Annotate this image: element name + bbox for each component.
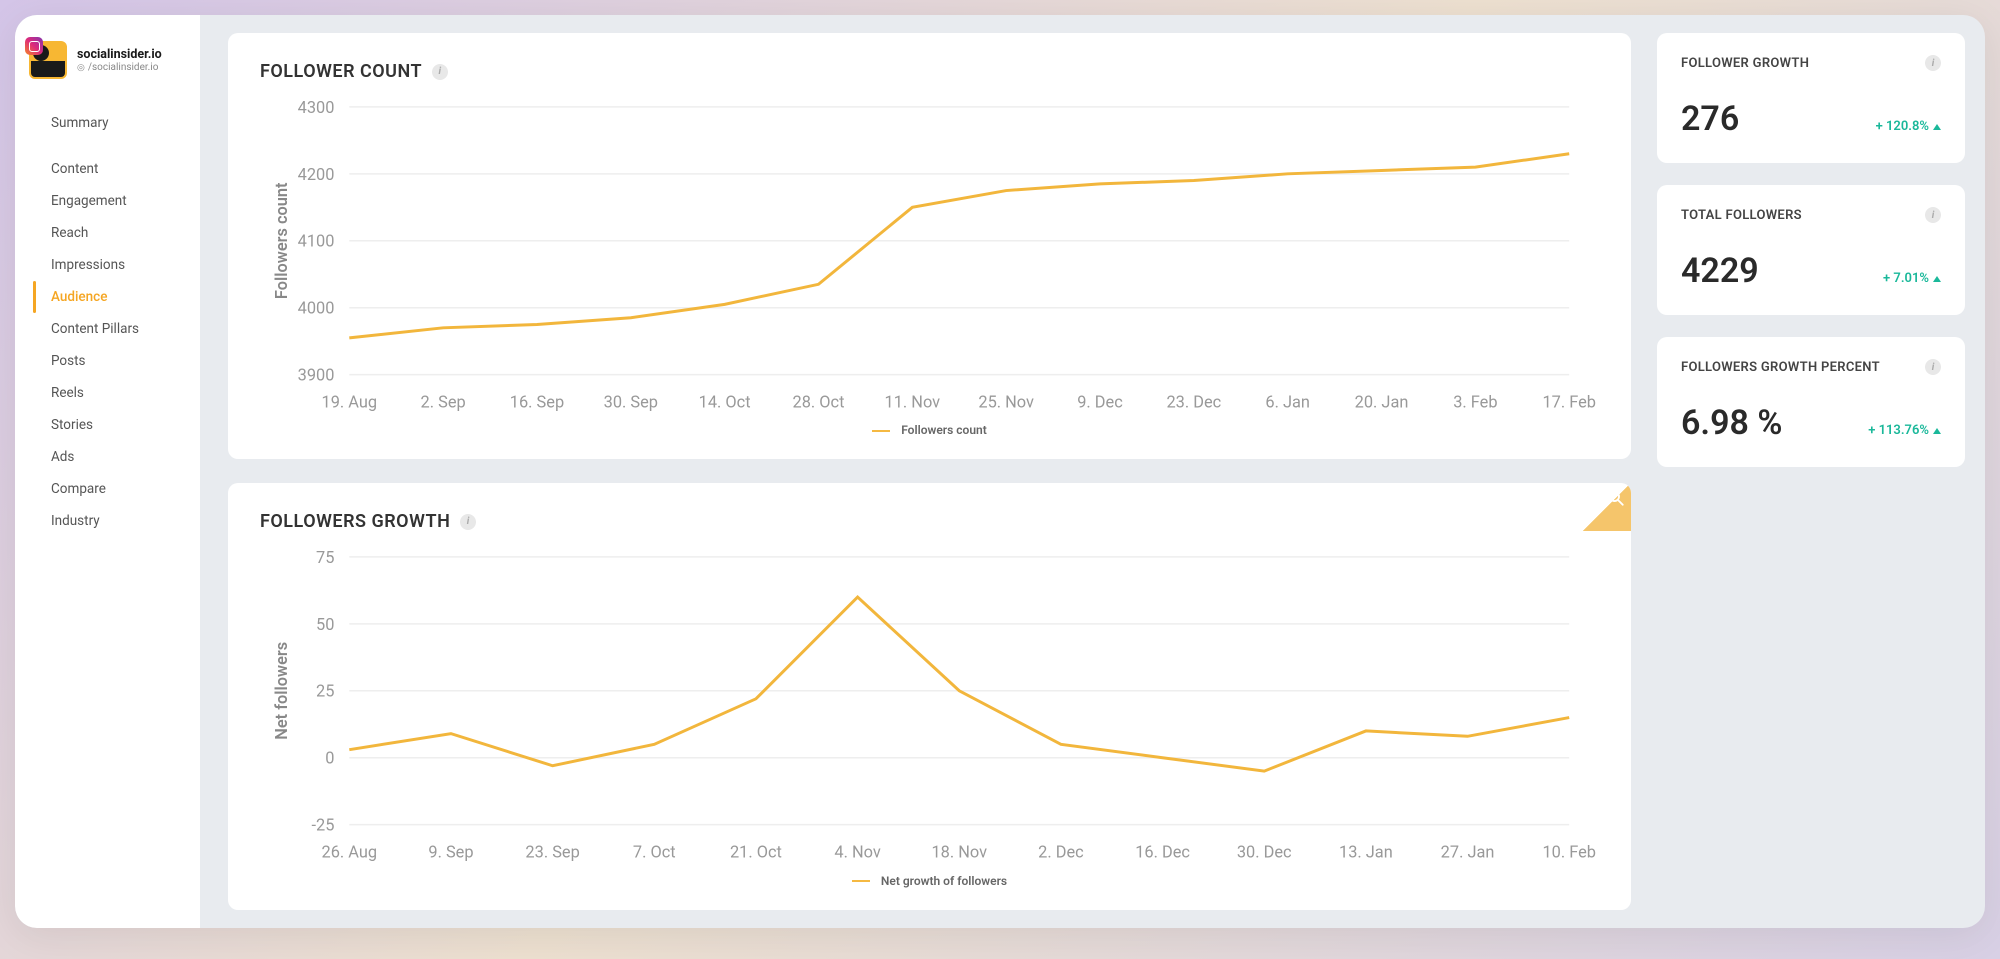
metric-delta: + 113.76% [1868,423,1941,438]
svg-text:30. Dec: 30. Dec [1237,843,1292,862]
legend-label: Followers count [901,423,987,437]
svg-text:Net followers: Net followers [272,642,291,740]
svg-text:2. Sep: 2. Sep [421,392,466,411]
svg-text:18. Nov: 18. Nov [931,843,987,862]
svg-text:23. Dec: 23. Dec [1166,392,1221,411]
svg-text:4. Nov: 4. Nov [834,843,880,862]
sidebar-item-engagement[interactable]: Engagement [15,185,200,217]
sidebar-item-summary[interactable]: Summary [15,107,200,139]
svg-text:25. Nov: 25. Nov [978,392,1034,411]
metric-value: 6.98 % [1681,403,1782,443]
metric-delta: + 120.8% [1876,119,1941,134]
metric-value: 4229 [1681,251,1759,291]
svg-text:19. Aug: 19. Aug [322,392,378,411]
svg-text:26. Aug: 26. Aug [322,843,378,862]
info-icon[interactable]: i [1925,359,1941,375]
main-content: FOLLOWER COUNT i 3900 4000 4100 4200 4300 19.… [200,15,1985,928]
svg-text:4000: 4000 [298,299,335,318]
legend-swatch [852,880,870,882]
sidebar-item-reach[interactable]: Reach [15,217,200,249]
info-icon[interactable]: i [432,64,448,80]
svg-text:2. Dec: 2. Dec [1038,843,1084,862]
metric-delta: + 7.01% [1883,271,1941,286]
followers-growth-title: FOLLOWERS GROWTH [260,511,450,532]
svg-text:-25: -25 [311,816,334,835]
metric-value: 276 [1681,99,1739,139]
svg-text:16. Sep: 16. Sep [510,392,564,411]
sidebar: socialinsider.io /socialinsider.io Summa… [15,15,200,928]
instagram-icon [25,37,43,55]
svg-text:14. Oct: 14. Oct [699,392,751,411]
brand-handle: /socialinsider.io [77,62,162,73]
svg-text:17. Feb: 17. Feb [1542,392,1596,411]
svg-text:50: 50 [316,615,334,634]
svg-text:9. Dec: 9. Dec [1077,392,1123,411]
svg-text:6. Jan: 6. Jan [1265,392,1310,411]
follower-count-card: FOLLOWER COUNT i 3900 4000 4100 4200 4300 19.… [228,33,1631,459]
svg-text:23. Sep: 23. Sep [525,843,579,862]
nav-list: Summary ContentEngagementReachImpressions… [15,97,200,547]
followers-growth-card: FOLLOWERS GROWTH i -25 0 25 50 75 26. Aug 9. S… [228,483,1631,909]
follower-count-title: FOLLOWER COUNT [260,61,422,82]
metrics-column: FOLLOWER GROWTH i 276 + 120.8% TOTAL FOL… [1657,33,1965,910]
metric-title: FOLLOWER GROWTH [1681,56,1809,71]
svg-text:10. Feb: 10. Feb [1542,843,1596,862]
svg-text:9. Sep: 9. Sep [428,843,473,862]
legend-label: Net growth of followers [881,874,1007,888]
followers-growth-chart: -25 0 25 50 75 26. Aug 9. Sep 23. Sep 7. Oct 21. … [260,542,1599,887]
brand-name: socialinsider.io [77,47,162,62]
svg-text:30. Sep: 30. Sep [604,392,658,411]
info-icon[interactable]: i [460,514,476,530]
caret-up-icon [1933,276,1941,282]
sidebar-item-posts[interactable]: Posts [15,345,200,377]
brand-header: socialinsider.io /socialinsider.io [15,41,200,97]
sidebar-item-impressions[interactable]: Impressions [15,249,200,281]
info-icon[interactable]: i [1925,55,1941,71]
metric-card-followers-growth-percent: FOLLOWERS GROWTH PERCENT i 6.98 % + 113.… [1657,337,1965,467]
svg-text:13. Jan: 13. Jan [1339,843,1393,862]
app-shell: socialinsider.io /socialinsider.io Summa… [15,15,1985,928]
svg-text:25: 25 [316,682,334,701]
svg-text:3900: 3900 [298,366,335,385]
info-icon[interactable]: i [1925,207,1941,223]
svg-text:4100: 4100 [298,232,335,251]
svg-text:0: 0 [325,749,334,768]
card-title: FOLLOWER COUNT i [260,61,1599,82]
svg-text:4300: 4300 [298,98,335,117]
sidebar-item-compare[interactable]: Compare [15,473,200,505]
svg-text:7. Oct: 7. Oct [633,843,676,862]
sidebar-item-reels[interactable]: Reels [15,377,200,409]
svg-text:27. Jan: 27. Jan [1441,843,1495,862]
metric-title: FOLLOWERS GROWTH PERCENT [1681,360,1880,375]
sidebar-item-stories[interactable]: Stories [15,409,200,441]
sidebar-item-industry[interactable]: Industry [15,505,200,537]
chart-legend: Followers count [260,423,1599,437]
svg-text:4200: 4200 [298,165,335,184]
brand-logo [29,41,67,79]
sidebar-item-content-pillars[interactable]: Content Pillars [15,313,200,345]
metric-card-follower-growth: FOLLOWER GROWTH i 276 + 120.8% [1657,33,1965,163]
svg-text:11. Nov: 11. Nov [885,392,941,411]
svg-text:16. Dec: 16. Dec [1135,843,1190,862]
svg-text:3. Feb: 3. Feb [1453,392,1497,411]
magnify-ribbon[interactable] [1583,483,1631,531]
legend-swatch [872,430,890,432]
follower-count-chart: 3900 4000 4100 4200 4300 19. Aug 2. Sep 16. Sep… [260,92,1599,437]
metric-card-total-followers: TOTAL FOLLOWERS i 4229 + 7.01% [1657,185,1965,315]
svg-text:28. Oct: 28. Oct [793,392,845,411]
svg-text:Followers count: Followers count [272,182,291,299]
metric-title: TOTAL FOLLOWERS [1681,208,1802,223]
sidebar-item-content[interactable]: Content [15,153,200,185]
caret-up-icon [1933,428,1941,434]
charts-column: FOLLOWER COUNT i 3900 4000 4100 4200 4300 19.… [228,33,1631,910]
svg-text:21. Oct: 21. Oct [730,843,782,862]
sidebar-item-ads[interactable]: Ads [15,441,200,473]
search-icon [1607,489,1625,507]
sidebar-item-audience[interactable]: Audience [15,281,200,313]
card-title: FOLLOWERS GROWTH i [260,511,1599,532]
caret-up-icon [1933,124,1941,130]
svg-text:75: 75 [316,548,334,567]
chart-legend: Net growth of followers [260,874,1599,888]
svg-text:20. Jan: 20. Jan [1355,392,1409,411]
